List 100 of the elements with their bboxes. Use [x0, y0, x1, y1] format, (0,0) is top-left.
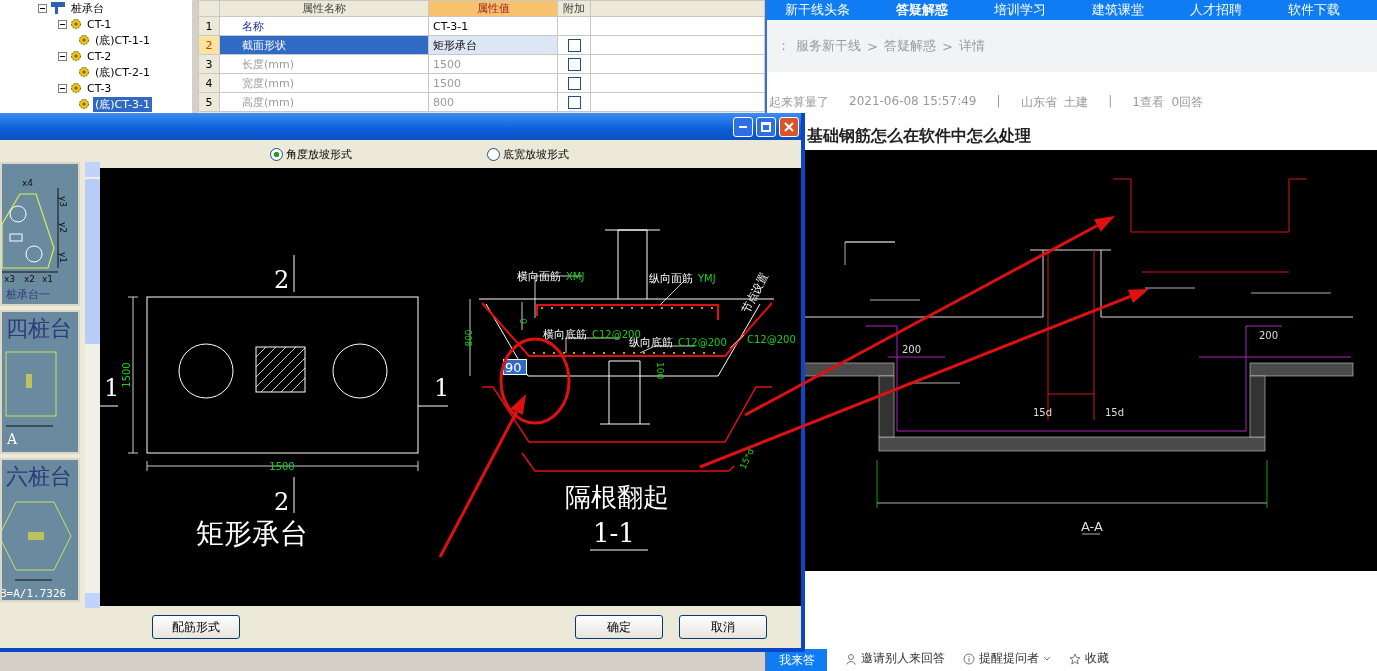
pile-circle: [178, 343, 234, 399]
drawing-title: 矩形承台: [196, 517, 308, 550]
nav-link[interactable]: 培训学习: [994, 1, 1046, 19]
drawing-label: 200: [902, 344, 922, 355]
title-underline: [1081, 533, 1101, 535]
dimension-label: 1500: [269, 461, 295, 472]
section-mark: 2: [274, 266, 290, 294]
rebar-label: 纵向面筋: [649, 272, 693, 285]
rebar-label: 横向面筋: [517, 270, 561, 283]
dialog-button[interactable]: 配筋形式: [152, 615, 240, 639]
person-icon: [845, 652, 857, 665]
dimension-label: 15*d: [737, 447, 756, 471]
dimension-label: x2: [24, 274, 36, 284]
property-value[interactable]: CT-3-1: [428, 16, 558, 36]
dimension-label: x4: [22, 178, 34, 188]
gear-icon: [70, 82, 82, 94]
column-header[interactable]: 属性名称: [219, 0, 429, 17]
nav-link[interactable]: 建筑课堂: [1092, 1, 1144, 19]
nav-link[interactable]: 软件下载: [1288, 1, 1340, 19]
radio-option[interactable]: 角度放坡形式: [270, 146, 352, 162]
section-title: 1-1: [593, 518, 635, 548]
dimension-line: [5, 425, 54, 427]
tree-item[interactable]: CT-3: [85, 80, 114, 96]
gear-icon: [70, 18, 82, 30]
column-section: [255, 346, 306, 393]
dialog-button[interactable]: 确定: [575, 615, 663, 639]
dimension-line: [2, 271, 59, 273]
radio-circle[interactable]: [487, 147, 500, 161]
section-mark: 1: [434, 374, 450, 402]
breadcrumb-link[interactable]: 服务新干线: [796, 37, 861, 55]
expand-toggle[interactable]: [58, 19, 67, 29]
action-link[interactable]: 提醒提问者: [979, 650, 1039, 667]
breadcrumb-separator: >: [867, 38, 878, 54]
column-header[interactable]: 附加: [557, 0, 591, 17]
caret-icon: [1043, 655, 1051, 662]
shape-thumbnail[interactable]: 四桩台 A: [0, 310, 80, 454]
leader-line: [844, 241, 896, 266]
checkbox[interactable]: [567, 38, 581, 52]
breadcrumb-link[interactable]: 答疑解惑: [883, 37, 936, 55]
tree-item[interactable]: CT-1: [85, 16, 114, 32]
leader-line: [729, 334, 745, 349]
pile-cap-icon: [50, 1, 66, 15]
leader-line: [869, 299, 921, 301]
property-name[interactable]: 名称: [219, 16, 429, 36]
close-button[interactable]: [779, 116, 799, 137]
drawing-label: 15d: [1033, 407, 1053, 418]
question-title: 基础钢筋怎么在软件中怎么处理: [807, 126, 1031, 147]
tree-item[interactable]: CT-2: [85, 48, 114, 64]
dimension-label: A: [7, 431, 18, 447]
dimension-label: x3: [4, 274, 16, 284]
star-icon: [1069, 652, 1081, 665]
nav-link[interactable]: 答疑解惑: [896, 1, 948, 19]
tree-item[interactable]: (底)CT-3-1: [93, 96, 152, 112]
nav-link[interactable]: 新干线头条: [785, 1, 850, 19]
maximize-icon: [761, 121, 771, 132]
column-header[interactable]: 属性值: [428, 0, 558, 17]
node-setting-label: 节点设置: [739, 270, 772, 316]
radio-circle[interactable]: [270, 147, 283, 161]
action-link[interactable]: 收藏: [1085, 650, 1109, 667]
nav-link[interactable]: 人才招聘: [1190, 1, 1242, 19]
section-mark-line: [100, 405, 119, 407]
breadcrumb-separator: >: [941, 38, 953, 54]
dimension-label: y3: [58, 196, 68, 208]
maximize-button[interactable]: [756, 116, 776, 137]
tree-item[interactable]: (底)CT-1-1: [93, 32, 152, 48]
expand-toggle[interactable]: [58, 83, 67, 93]
expand-toggle[interactable]: [58, 51, 67, 61]
scrollbar-thumb[interactable]: [85, 179, 100, 344]
question-meta: 山东省 土建: [1020, 94, 1089, 111]
thumbnail-caption: 四桩台: [6, 316, 72, 341]
gear-icon: [78, 66, 90, 78]
scrollbar[interactable]: [85, 162, 100, 608]
info-icon: [963, 652, 975, 665]
breadcrumb-separator: ：: [777, 37, 790, 55]
question-meta: |: [996, 94, 1001, 110]
pile-circle: [332, 343, 388, 399]
minimize-button[interactable]: [733, 116, 753, 137]
section-mark-line: [293, 254, 295, 293]
tree-item[interactable]: (底)CT-2-1: [93, 64, 152, 80]
rebar-code: XMJ: [566, 271, 585, 282]
question-meta: 起来算量了: [769, 94, 829, 111]
question-meta: |: [1108, 94, 1113, 110]
drawing-label: A-A: [1081, 519, 1103, 534]
title-underline: [589, 549, 649, 551]
action-link[interactable]: 邀请别人来回答: [861, 650, 945, 667]
breadcrumb-link[interactable]: 详情: [958, 37, 985, 55]
expand-toggle[interactable]: [38, 3, 47, 13]
rebar-code: YMJ: [698, 273, 716, 284]
gear-icon: [78, 34, 90, 46]
dimension-label: 0: [519, 318, 529, 324]
angle-input-field[interactable]: 90: [503, 359, 527, 375]
gear-icon: [78, 98, 90, 110]
radio-option[interactable]: 底宽放坡形式: [487, 146, 569, 162]
section-mark: 1: [104, 374, 120, 402]
tree-item[interactable]: 桩承台: [69, 0, 106, 16]
section-mark-line: [293, 476, 295, 514]
rebar-label: 横向底筋: [543, 328, 587, 341]
drawing-label: 15d: [1105, 407, 1125, 418]
dimension-label: 1500: [121, 362, 132, 388]
dialog-button[interactable]: 取消: [679, 615, 767, 639]
